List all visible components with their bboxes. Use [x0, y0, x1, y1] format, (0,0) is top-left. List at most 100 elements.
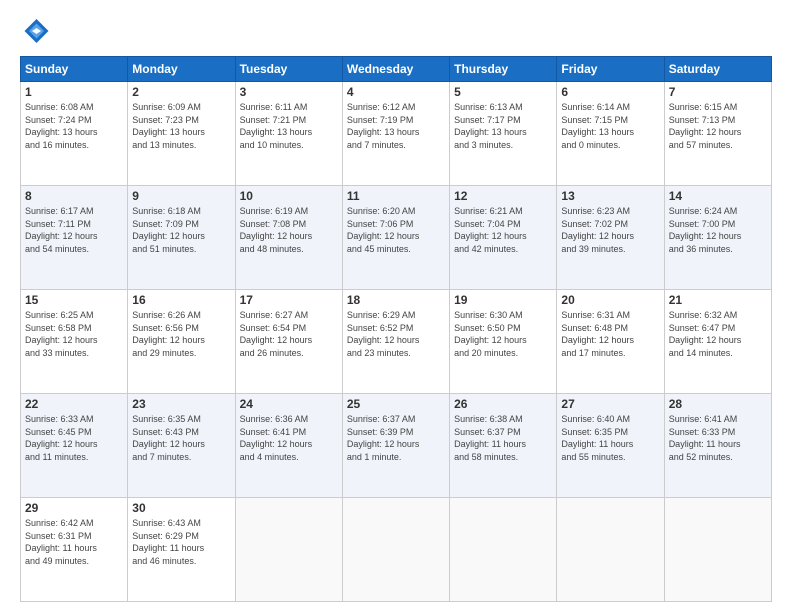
day-cell: 18 Sunrise: 6:29 AM Sunset: 6:52 PM Dayli…: [342, 290, 449, 394]
day-info: Sunrise: 6:32 AM Sunset: 6:47 PM Dayligh…: [669, 309, 767, 359]
day-cell: 23 Sunrise: 6:35 AM Sunset: 6:43 PM Dayli…: [128, 394, 235, 498]
day-info: Sunrise: 6:08 AM Sunset: 7:24 PM Dayligh…: [25, 101, 123, 151]
header: [20, 16, 772, 46]
day-info: Sunrise: 6:40 AM Sunset: 6:35 PM Dayligh…: [561, 413, 659, 463]
day-info: Sunrise: 6:13 AM Sunset: 7:17 PM Dayligh…: [454, 101, 552, 151]
day-number: 3: [240, 85, 338, 99]
day-cell: 21 Sunrise: 6:32 AM Sunset: 6:47 PM Dayli…: [664, 290, 771, 394]
day-cell: 30 Sunrise: 6:43 AM Sunset: 6:29 PM Dayli…: [128, 498, 235, 602]
day-info: Sunrise: 6:09 AM Sunset: 7:23 PM Dayligh…: [132, 101, 230, 151]
day-cell: [235, 498, 342, 602]
day-number: 20: [561, 293, 659, 307]
day-cell: 29 Sunrise: 6:42 AM Sunset: 6:31 PM Dayli…: [21, 498, 128, 602]
day-number: 2: [132, 85, 230, 99]
calendar-table: SundayMondayTuesdayWednesdayThursdayFrid…: [20, 56, 772, 602]
day-number: 5: [454, 85, 552, 99]
day-info: Sunrise: 6:20 AM Sunset: 7:06 PM Dayligh…: [347, 205, 445, 255]
day-number: 13: [561, 189, 659, 203]
day-info: Sunrise: 6:25 AM Sunset: 6:58 PM Dayligh…: [25, 309, 123, 359]
day-number: 12: [454, 189, 552, 203]
day-cell: 14 Sunrise: 6:24 AM Sunset: 7:00 PM Dayli…: [664, 186, 771, 290]
day-info: Sunrise: 6:27 AM Sunset: 6:54 PM Dayligh…: [240, 309, 338, 359]
weekday-header-row: SundayMondayTuesdayWednesdayThursdayFrid…: [21, 57, 772, 82]
day-number: 16: [132, 293, 230, 307]
weekday-header-thursday: Thursday: [450, 57, 557, 82]
logo-icon: [20, 16, 50, 46]
weekday-header-friday: Friday: [557, 57, 664, 82]
day-cell: 2 Sunrise: 6:09 AM Sunset: 7:23 PM Daylig…: [128, 82, 235, 186]
day-info: Sunrise: 6:38 AM Sunset: 6:37 PM Dayligh…: [454, 413, 552, 463]
day-cell: 24 Sunrise: 6:36 AM Sunset: 6:41 PM Dayli…: [235, 394, 342, 498]
day-cell: 16 Sunrise: 6:26 AM Sunset: 6:56 PM Dayli…: [128, 290, 235, 394]
weekday-header-saturday: Saturday: [664, 57, 771, 82]
day-cell: 12 Sunrise: 6:21 AM Sunset: 7:04 PM Dayli…: [450, 186, 557, 290]
day-info: Sunrise: 6:43 AM Sunset: 6:29 PM Dayligh…: [132, 517, 230, 567]
day-cell: 17 Sunrise: 6:27 AM Sunset: 6:54 PM Dayli…: [235, 290, 342, 394]
logo: [20, 16, 54, 46]
day-info: Sunrise: 6:15 AM Sunset: 7:13 PM Dayligh…: [669, 101, 767, 151]
day-number: 23: [132, 397, 230, 411]
day-info: Sunrise: 6:35 AM Sunset: 6:43 PM Dayligh…: [132, 413, 230, 463]
week-row-1: 1 Sunrise: 6:08 AM Sunset: 7:24 PM Daylig…: [21, 82, 772, 186]
day-number: 6: [561, 85, 659, 99]
day-info: Sunrise: 6:30 AM Sunset: 6:50 PM Dayligh…: [454, 309, 552, 359]
day-info: Sunrise: 6:24 AM Sunset: 7:00 PM Dayligh…: [669, 205, 767, 255]
day-number: 7: [669, 85, 767, 99]
day-cell: 25 Sunrise: 6:37 AM Sunset: 6:39 PM Dayli…: [342, 394, 449, 498]
day-number: 11: [347, 189, 445, 203]
day-cell: 13Sunrise: 6:23 AM Sunset: 7:02 PM Dayli…: [557, 186, 664, 290]
week-row-5: 29 Sunrise: 6:42 AM Sunset: 6:31 PM Dayli…: [21, 498, 772, 602]
day-number: 22: [25, 397, 123, 411]
day-cell: 26Sunrise: 6:38 AM Sunset: 6:37 PM Dayli…: [450, 394, 557, 498]
day-number: 28: [669, 397, 767, 411]
day-cell: 5 Sunrise: 6:13 AM Sunset: 7:17 PM Daylig…: [450, 82, 557, 186]
day-cell: [664, 498, 771, 602]
day-info: Sunrise: 6:26 AM Sunset: 6:56 PM Dayligh…: [132, 309, 230, 359]
day-number: 9: [132, 189, 230, 203]
day-number: 19: [454, 293, 552, 307]
day-number: 8: [25, 189, 123, 203]
week-row-3: 15Sunrise: 6:25 AM Sunset: 6:58 PM Dayli…: [21, 290, 772, 394]
week-row-2: 8 Sunrise: 6:17 AM Sunset: 7:11 PM Daylig…: [21, 186, 772, 290]
day-info: Sunrise: 6:21 AM Sunset: 7:04 PM Dayligh…: [454, 205, 552, 255]
day-cell: 4 Sunrise: 6:12 AM Sunset: 7:19 PM Daylig…: [342, 82, 449, 186]
day-info: Sunrise: 6:14 AM Sunset: 7:15 PM Dayligh…: [561, 101, 659, 151]
day-info: Sunrise: 6:36 AM Sunset: 6:41 PM Dayligh…: [240, 413, 338, 463]
day-info: Sunrise: 6:17 AM Sunset: 7:11 PM Dayligh…: [25, 205, 123, 255]
day-cell: 1 Sunrise: 6:08 AM Sunset: 7:24 PM Daylig…: [21, 82, 128, 186]
day-number: 18: [347, 293, 445, 307]
day-number: 4: [347, 85, 445, 99]
page: SundayMondayTuesdayWednesdayThursdayFrid…: [0, 0, 792, 612]
day-info: Sunrise: 6:29 AM Sunset: 6:52 PM Dayligh…: [347, 309, 445, 359]
day-number: 29: [25, 501, 123, 515]
day-cell: 22 Sunrise: 6:33 AM Sunset: 6:45 PM Dayli…: [21, 394, 128, 498]
weekday-header-sunday: Sunday: [21, 57, 128, 82]
day-info: Sunrise: 6:42 AM Sunset: 6:31 PM Dayligh…: [25, 517, 123, 567]
week-row-4: 22 Sunrise: 6:33 AM Sunset: 6:45 PM Dayli…: [21, 394, 772, 498]
day-info: Sunrise: 6:37 AM Sunset: 6:39 PM Dayligh…: [347, 413, 445, 463]
day-cell: 28 Sunrise: 6:41 AM Sunset: 6:33 PM Dayli…: [664, 394, 771, 498]
day-number: 14: [669, 189, 767, 203]
day-info: Sunrise: 6:41 AM Sunset: 6:33 PM Dayligh…: [669, 413, 767, 463]
day-number: 24: [240, 397, 338, 411]
day-number: 21: [669, 293, 767, 307]
day-cell: 8 Sunrise: 6:17 AM Sunset: 7:11 PM Daylig…: [21, 186, 128, 290]
day-info: Sunrise: 6:18 AM Sunset: 7:09 PM Dayligh…: [132, 205, 230, 255]
weekday-header-tuesday: Tuesday: [235, 57, 342, 82]
day-info: Sunrise: 6:12 AM Sunset: 7:19 PM Dayligh…: [347, 101, 445, 151]
day-cell: 27Sunrise: 6:40 AM Sunset: 6:35 PM Dayli…: [557, 394, 664, 498]
day-number: 1: [25, 85, 123, 99]
day-info: Sunrise: 6:19 AM Sunset: 7:08 PM Dayligh…: [240, 205, 338, 255]
day-number: 25: [347, 397, 445, 411]
day-cell: [450, 498, 557, 602]
day-cell: [342, 498, 449, 602]
day-info: Sunrise: 6:33 AM Sunset: 6:45 PM Dayligh…: [25, 413, 123, 463]
day-number: 17: [240, 293, 338, 307]
day-cell: 11 Sunrise: 6:20 AM Sunset: 7:06 PM Dayli…: [342, 186, 449, 290]
day-number: 10: [240, 189, 338, 203]
day-cell: 9 Sunrise: 6:18 AM Sunset: 7:09 PM Daylig…: [128, 186, 235, 290]
day-cell: 20Sunrise: 6:31 AM Sunset: 6:48 PM Dayli…: [557, 290, 664, 394]
day-number: 30: [132, 501, 230, 515]
day-cell: 10 Sunrise: 6:19 AM Sunset: 7:08 PM Dayli…: [235, 186, 342, 290]
day-cell: 15Sunrise: 6:25 AM Sunset: 6:58 PM Dayli…: [21, 290, 128, 394]
